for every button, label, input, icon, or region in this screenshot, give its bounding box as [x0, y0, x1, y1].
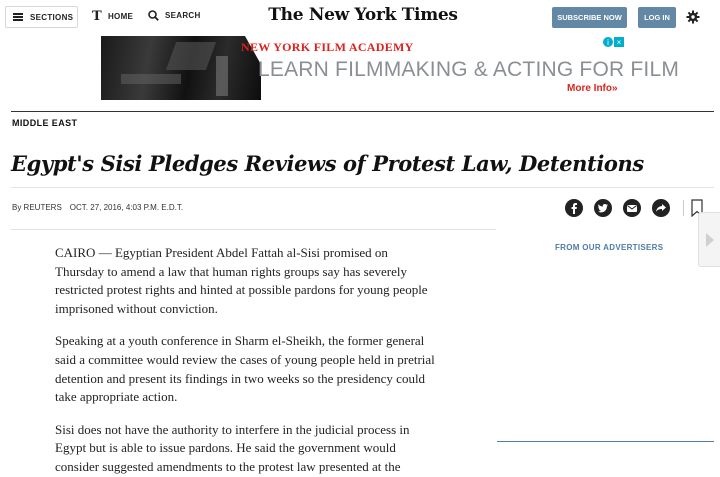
headline-divider [11, 187, 714, 188]
ad-close-icon[interactable]: × [614, 37, 624, 47]
home-link[interactable]: T HOME [92, 10, 133, 23]
ad-more-info-link[interactable]: More Info» [567, 83, 618, 94]
next-article-button[interactable] [698, 212, 720, 267]
section-divider [11, 111, 714, 112]
twitter-icon[interactable] [594, 199, 612, 217]
home-label: HOME [107, 12, 134, 21]
ad-tagline: LEARN FILMMAKING & ACTING FOR FILM [258, 58, 680, 81]
search-icon [148, 10, 159, 21]
ad-choices[interactable]: i × [603, 37, 624, 47]
sidebar-divider [497, 441, 714, 442]
facebook-icon[interactable] [565, 199, 583, 217]
email-icon[interactable] [623, 199, 641, 217]
advertisement-banner[interactable]: NEW YORK FILM ACADEMY LEARN FILMMAKING &… [101, 36, 679, 100]
chevron-right-icon [705, 232, 714, 247]
gear-icon[interactable] [686, 10, 700, 24]
search-button[interactable]: SEARCH [148, 10, 201, 21]
ad-film-image [101, 36, 261, 100]
from-advertisers-label: FROM OUR ADVERTISERS [555, 243, 664, 252]
sections-label: SECTIONS [30, 12, 74, 22]
share-tools [565, 199, 670, 217]
hamburger-icon [13, 13, 23, 21]
subscribe-button[interactable]: SUBSCRIBE NOW [552, 7, 627, 28]
article-headline: Egypt's Sisi Pledges Reviews of Protest … [11, 151, 644, 176]
byline-timestamp: OCT. 27, 2016, 4:03 P.M. E.D.T. [69, 203, 184, 212]
ad-brand: NEW YORK FILM ACADEMY [241, 40, 414, 54]
section-kicker[interactable]: MIDDLE EAST [12, 118, 77, 128]
search-label: SEARCH [165, 11, 201, 20]
login-button[interactable]: LOG IN [638, 7, 676, 28]
sections-button[interactable]: SECTIONS [5, 6, 78, 28]
article-paragraph: CAIRO — Egyptian President Abdel Fattah … [55, 245, 428, 316]
masthead-logo[interactable]: The New York Times [268, 5, 458, 25]
article-paragraph: Sisi does not have the authority to inte… [55, 421, 410, 474]
article-body: CAIRO — Egyptian President Abdel Fattah … [55, 244, 440, 477]
share-icon[interactable] [652, 199, 670, 217]
byline-author: By REUTERS [12, 203, 62, 212]
article-paragraph: Speaking at a youth conference in Sharm … [55, 333, 435, 405]
top-navigation-bar: SECTIONS T HOME SEARCH The New York Time… [0, 0, 720, 36]
byline: By REUTERS OCT. 27, 2016, 4:03 P.M. E.D.… [12, 203, 183, 212]
body-divider [11, 229, 496, 230]
nyt-t-logo-icon: T [92, 9, 102, 24]
ad-info-icon[interactable]: i [603, 37, 613, 47]
share-divider [683, 200, 684, 216]
